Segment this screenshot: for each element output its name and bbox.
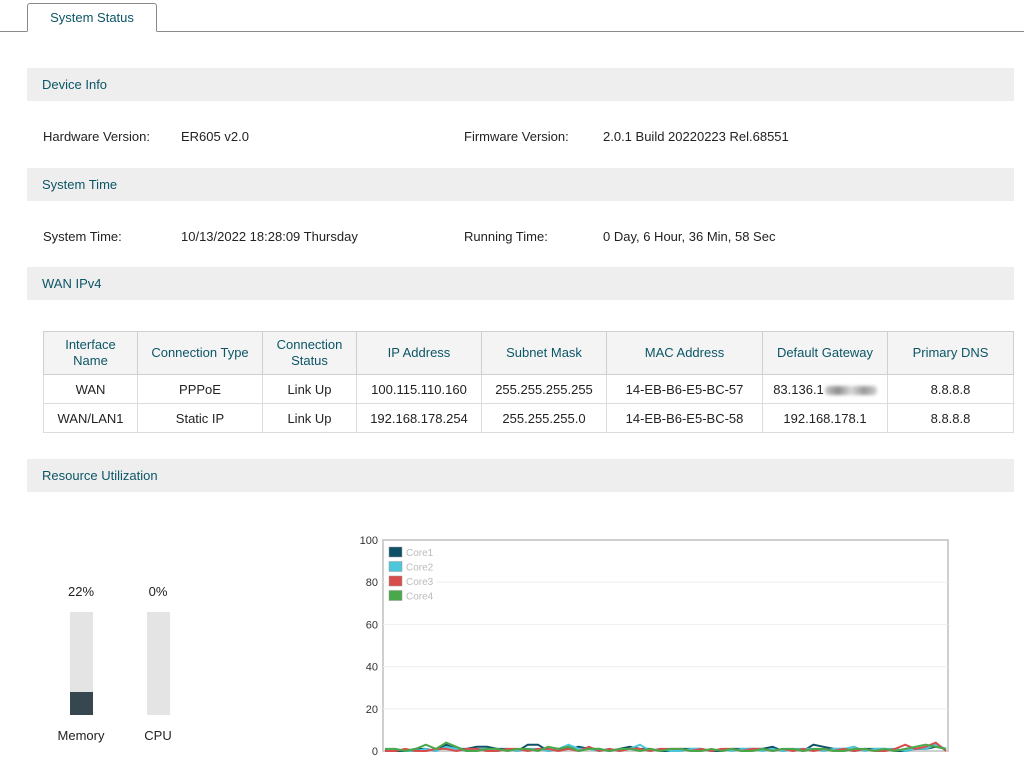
legend-entry: Core1 xyxy=(406,548,434,559)
table-cell: 192.168.178.254 xyxy=(356,403,482,433)
legend-swatch xyxy=(388,590,403,601)
header-interface-name: Interface Name xyxy=(43,331,138,375)
table-cell: 255.255.255.0 xyxy=(481,403,607,433)
y-tick-label: 20 xyxy=(366,704,378,716)
table-cell: WAN xyxy=(43,374,138,404)
memory-bar-fill xyxy=(70,692,93,715)
firmware-version-value: 2.0.1 Build 20220223 Rel.68551 xyxy=(603,129,789,144)
table-cell: Link Up xyxy=(262,374,357,404)
y-tick-label: 40 xyxy=(366,662,378,674)
table-cell: 100.115.110.160 xyxy=(356,374,482,404)
table-cell: 83.136.1 xyxy=(762,374,888,404)
table-cell: 255.255.255.255 xyxy=(481,374,607,404)
hardware-version-label: Hardware Version: xyxy=(43,129,150,144)
header-mac-address: MAC Address xyxy=(606,331,763,375)
system-time-label: System Time: xyxy=(43,229,122,244)
core-utilization-chart: 0 20 40 60 80 100 Core1 Core2 Core3 Core4 xyxy=(360,535,949,758)
header-connection-type: Connection Type xyxy=(137,331,263,375)
device-info-header: Device Info xyxy=(27,68,1014,101)
cpu-percent: 0% xyxy=(148,584,168,599)
y-tick-label: 0 xyxy=(372,746,378,758)
header-primary-dns: Primary DNS xyxy=(887,331,1014,375)
running-time-value: 0 Day, 6 Hour, 36 Min, 58 Sec xyxy=(603,229,776,244)
redacted-blur xyxy=(824,385,877,395)
cpu-bar xyxy=(147,612,170,715)
table-header-row: Interface Name Connection Type Connectio… xyxy=(43,331,1014,375)
table-cell: 8.8.8.8 xyxy=(887,403,1014,433)
memory-label: Memory xyxy=(57,728,105,743)
legend-swatch xyxy=(388,561,403,572)
cpu-label: CPU xyxy=(144,728,172,743)
tab-system-status[interactable]: System Status xyxy=(27,3,157,32)
table-cell: 8.8.8.8 xyxy=(887,374,1014,404)
y-tick-label: 80 xyxy=(366,577,378,589)
memory-bar xyxy=(70,612,93,715)
memory-percent: 22% xyxy=(67,584,95,599)
table-cell: 192.168.178.1 xyxy=(762,403,888,433)
header-ip-address: IP Address xyxy=(356,331,482,375)
table-cell: Link Up xyxy=(262,403,357,433)
header-default-gateway: Default Gateway xyxy=(762,331,888,375)
resource-utilization-header: Resource Utilization xyxy=(27,459,1014,492)
legend-entry: Core2 xyxy=(406,563,434,574)
legend-swatch xyxy=(388,546,403,558)
wan-table: Interface Name Connection Type Connectio… xyxy=(43,331,1014,433)
firmware-version-label: Firmware Version: xyxy=(464,129,569,144)
legend-entry: Core3 xyxy=(406,577,434,588)
plot-area xyxy=(382,539,949,752)
tab-bar: System Status xyxy=(0,0,1024,32)
table-cell: 14-EB-B6-E5-BC-58 xyxy=(606,403,763,433)
header-subnet-mask: Subnet Mask xyxy=(481,331,607,375)
system-time-header: System Time xyxy=(27,168,1014,201)
gateway-text: 83.136.1 xyxy=(773,381,824,397)
y-tick-label: 100 xyxy=(360,535,378,547)
wan-ipv4-header: WAN IPv4 xyxy=(27,267,1014,300)
hardware-version-value: ER605 v2.0 xyxy=(181,129,249,144)
table-row: WAN/LAN1 Static IP Link Up 192.168.178.2… xyxy=(43,403,1014,433)
table-cell: Static IP xyxy=(137,403,263,433)
table-cell: PPPoE xyxy=(137,374,263,404)
legend-entry: Core4 xyxy=(406,592,434,603)
table-cell: WAN/LAN1 xyxy=(43,403,138,433)
header-connection-status: Connection Status xyxy=(262,331,357,375)
running-time-label: Running Time: xyxy=(464,229,548,244)
table-row: WAN PPPoE Link Up 100.115.110.160 255.25… xyxy=(43,374,1014,404)
system-time-value: 10/13/2022 18:28:09 Thursday xyxy=(181,229,358,244)
legend-swatch xyxy=(388,575,403,587)
table-cell: 14-EB-B6-E5-BC-57 xyxy=(606,374,763,404)
y-tick-label: 60 xyxy=(366,619,378,631)
